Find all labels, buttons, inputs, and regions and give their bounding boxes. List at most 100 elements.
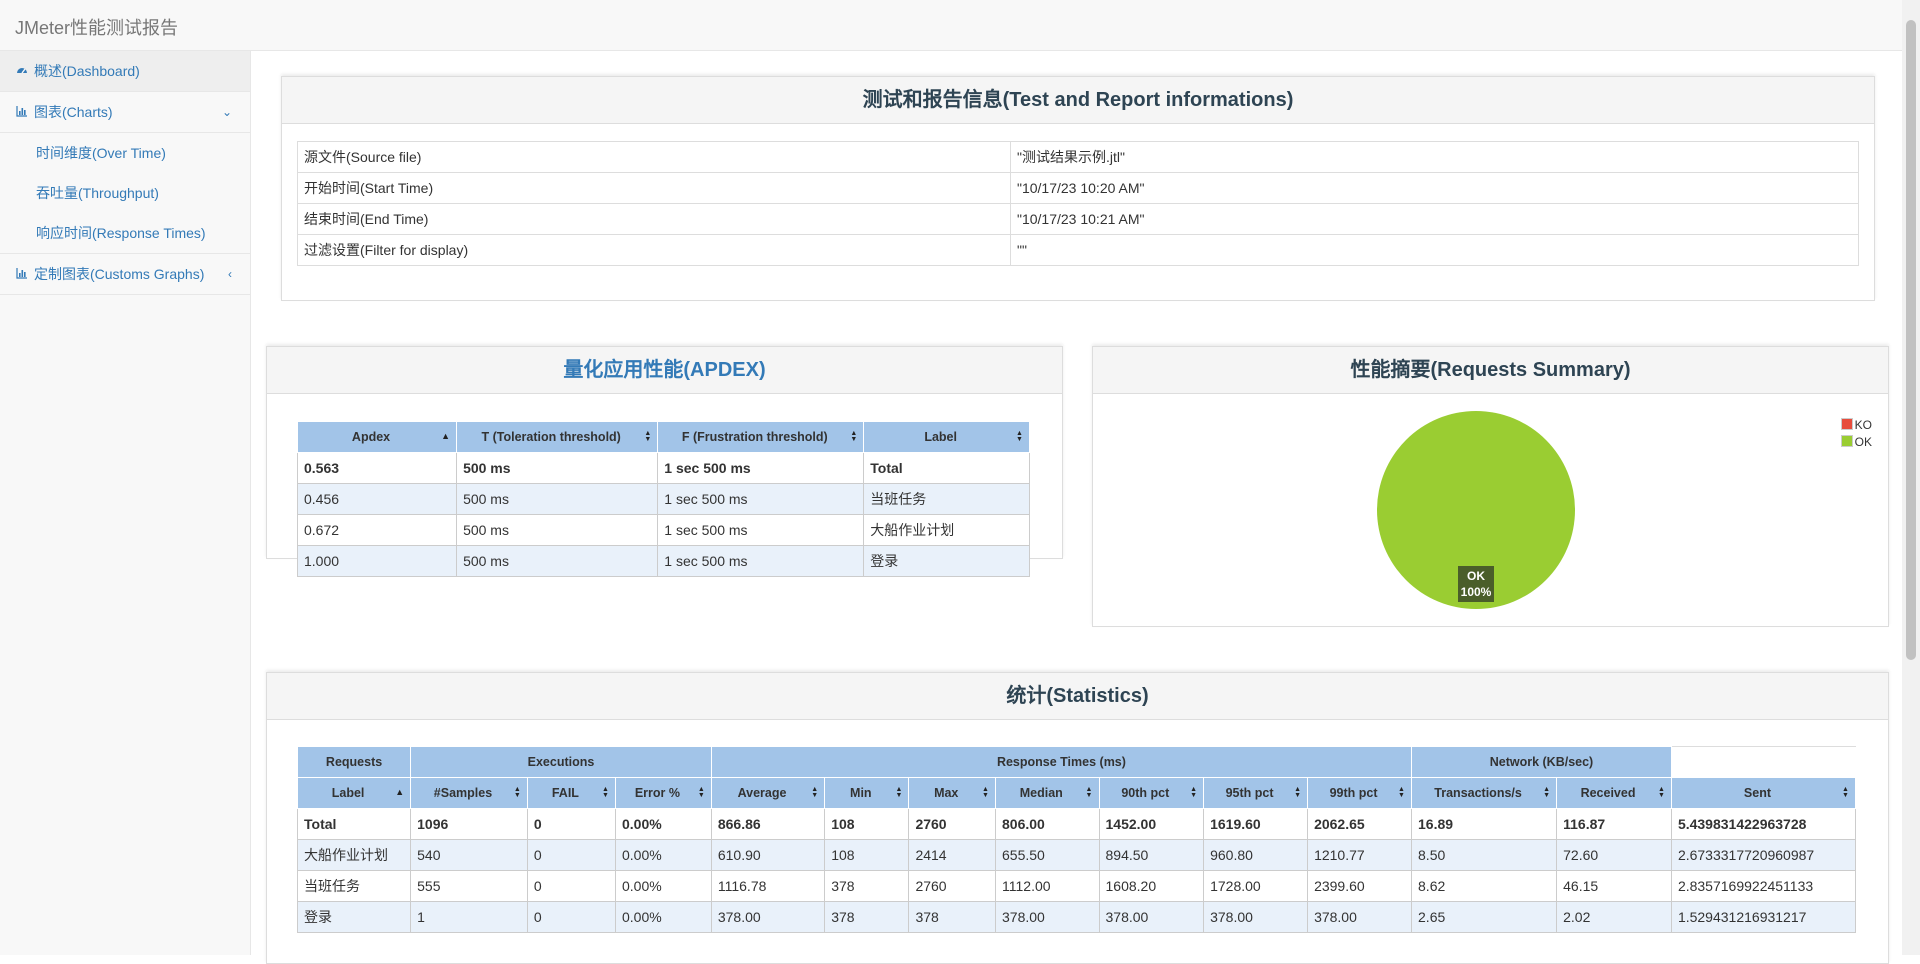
sidebar-subitem-over-time[interactable]: 时间维度(Over Time) xyxy=(0,133,250,173)
sort-icon: ▲▼ xyxy=(644,430,652,442)
statistics-cell: 当班任务 xyxy=(296,870,412,902)
apdex-column-header[interactable]: Apdex ▲ xyxy=(296,421,458,453)
statistics-cell: 0 xyxy=(526,808,616,840)
statistics-cell: 1112.00 xyxy=(995,870,1100,902)
statistics-cell: 0.00% xyxy=(614,808,712,840)
sidebar-item-dashboard[interactable]: 概述(Dashboard) xyxy=(0,51,250,92)
statistics-cell: 378 xyxy=(824,901,910,933)
statistics-column-header[interactable]: Received ▲▼ xyxy=(1556,777,1672,809)
apdex-cell: 500 ms xyxy=(456,452,659,484)
report-info-title: 测试和报告信息(Test and Report informations) xyxy=(282,77,1874,124)
chevron-left-icon: ‹ xyxy=(228,267,232,281)
sort-icon: ▲▼ xyxy=(1842,786,1849,798)
sidebar-subitem-throughput[interactable]: 吞吐量(Throughput) xyxy=(0,173,250,213)
statistics-cell: 0.00% xyxy=(614,901,712,933)
legend-item-ko[interactable]: KO xyxy=(1840,417,1872,434)
report-info-table: 源文件(Source file) "测试结果示例.jtl" 开始时间(Start T… xyxy=(297,141,1859,266)
statistics-cell: 378.00 xyxy=(995,901,1100,933)
statistics-cell: 378.00 xyxy=(1307,901,1413,933)
statistics-column-header[interactable]: #Samples ▲▼ xyxy=(410,777,528,809)
sort-asc-icon: ▲ xyxy=(441,431,451,441)
statistics-column-header[interactable]: Average ▲▼ xyxy=(710,777,826,809)
statistics-column-header[interactable]: 99th pct ▲▼ xyxy=(1307,777,1413,809)
info-row: 过滤设置(Filter for display) "" xyxy=(297,234,1859,266)
page-scrollbar[interactable] xyxy=(1902,0,1920,955)
statistics-cell: 0.00% xyxy=(614,870,712,902)
statistics-cell: 16.89 xyxy=(1411,808,1558,840)
statistics-column-header[interactable]: Error % ▲▼ xyxy=(614,777,712,809)
statistics-cell: 1619.60 xyxy=(1203,808,1309,840)
top-navbar: JMeter性能测试报告 xyxy=(0,0,1902,51)
app-title[interactable]: JMeter性能测试报告 xyxy=(15,14,178,40)
statistics-cell: 655.50 xyxy=(995,839,1100,871)
statistics-cell: 2760 xyxy=(908,870,996,902)
statistics-row: 登录 1 0 0.00% 378.00 378 378 378.00 378.00 378.00 3… xyxy=(296,901,1857,933)
apdex-row: 0.563 500 ms 1 sec 500 ms Total xyxy=(296,452,1030,484)
sidebar-subitem-response-times[interactable]: 响应时间(Response Times) xyxy=(0,213,250,253)
statistics-cell: 1608.20 xyxy=(1098,870,1205,902)
statistics-cell: 866.86 xyxy=(710,808,826,840)
apdex-row: 0.672 500 ms 1 sec 500 ms 大船作业计划 xyxy=(296,514,1030,546)
legend-label: KO xyxy=(1854,418,1872,432)
statistics-cell: 378.00 xyxy=(1098,901,1205,933)
info-value: "10/17/23 10:20 AM" xyxy=(1010,172,1859,204)
sidebar-item-custom-graphs[interactable]: 定制图表(Customs Graphs) ‹ xyxy=(0,254,250,295)
statistics-cell: 378.00 xyxy=(710,901,826,933)
apdex-column-header[interactable]: Label ▲▼ xyxy=(863,421,1030,453)
statistics-column-header[interactable]: Max ▲▼ xyxy=(908,777,996,809)
statistics-cell: 2062.65 xyxy=(1307,808,1413,840)
statistics-cell: 0 xyxy=(526,901,616,933)
legend-item-ok[interactable]: OK xyxy=(1840,434,1872,451)
apdex-column-header[interactable]: T (Toleration threshold) ▲▼ xyxy=(456,421,659,453)
scrollbar-thumb[interactable] xyxy=(1906,20,1916,660)
statistics-column-header[interactable]: 90th pct ▲▼ xyxy=(1098,777,1205,809)
statistics-cell: Total xyxy=(296,808,412,840)
statistics-column-header[interactable]: 95th pct ▲▼ xyxy=(1203,777,1309,809)
sort-icon: ▲▼ xyxy=(850,430,858,442)
sidebar-item-charts[interactable]: 图表(Charts) ⌄ xyxy=(0,92,250,133)
statistics-cell: 378 xyxy=(824,870,910,902)
apdex-cell: 1 sec 500 ms xyxy=(657,514,865,546)
statistics-column-header[interactable]: Sent ▲▼ xyxy=(1670,777,1857,809)
info-key: 开始时间(Start Time) xyxy=(297,172,1011,204)
statistics-column-header[interactable]: Label ▲ xyxy=(296,777,412,809)
apdex-table: Apdex ▲ T (Toleration threshold) ▲▼ F (Frust… xyxy=(296,421,1030,577)
statistics-cell: 5.439831422963728 xyxy=(1670,808,1857,840)
sort-icon: ▲▼ xyxy=(601,786,609,798)
statistics-column-header[interactable]: Median ▲▼ xyxy=(995,777,1100,809)
statistics-cell: 2.6733317720960987 xyxy=(1670,839,1857,871)
sort-icon: ▲▼ xyxy=(513,786,521,798)
statistics-panel: 统计(Statistics) Requests Executions Respons… xyxy=(266,672,1889,964)
statistics-column-header[interactable]: FAIL ▲▼ xyxy=(526,777,616,809)
statistics-cell: 2760 xyxy=(908,808,996,840)
sidebar-item-label: 概述(Dashboard) xyxy=(34,63,140,79)
info-value: "10/17/23 10:21 AM" xyxy=(1010,203,1859,235)
apdex-cell: 0.456 xyxy=(296,483,458,515)
apdex-column-header[interactable]: F (Frustration threshold) ▲▼ xyxy=(657,421,865,453)
sort-asc-icon: ▲ xyxy=(395,787,405,797)
statistics-cell: 0.00% xyxy=(614,839,712,871)
statistics-cell: 378 xyxy=(908,901,996,933)
statistics-cell: 108 xyxy=(824,839,910,871)
statistics-column-header[interactable]: Min ▲▼ xyxy=(824,777,910,809)
statistics-cell: 116.87 xyxy=(1556,808,1672,840)
statistics-table: Requests Executions Response Times (ms) Net… xyxy=(296,746,1857,933)
info-key: 源文件(Source file) xyxy=(297,141,1011,173)
statistics-row: Total 1096 0 0.00% 866.86 108 2760 806.00 1452.0… xyxy=(296,808,1857,840)
sort-icon: ▲▼ xyxy=(1190,786,1198,798)
statistics-cell: 46.15 xyxy=(1556,870,1672,902)
legend-swatch xyxy=(1840,435,1853,447)
requests-summary-panel: 性能摘要(Requests Summary) OK 100% KO OK xyxy=(1092,346,1889,627)
statistics-cell: 1210.77 xyxy=(1307,839,1413,871)
statistics-cell: 1452.00 xyxy=(1098,808,1205,840)
info-value: "" xyxy=(1010,234,1859,266)
statistics-cell: 555 xyxy=(410,870,528,902)
apdex-cell: 0.672 xyxy=(296,514,458,546)
apdex-row: 1.000 500 ms 1 sec 500 ms 登录 xyxy=(296,545,1030,577)
apdex-cell: 0.563 xyxy=(296,452,458,484)
apdex-cell: 当班任务 xyxy=(863,483,1030,515)
statistics-cell: 378.00 xyxy=(1203,901,1309,933)
statistics-column-header[interactable]: Transactions/s ▲▼ xyxy=(1411,777,1558,809)
apdex-cell: 1.000 xyxy=(296,545,458,577)
statistics-group-header: Response Times (ms) xyxy=(710,746,1413,778)
